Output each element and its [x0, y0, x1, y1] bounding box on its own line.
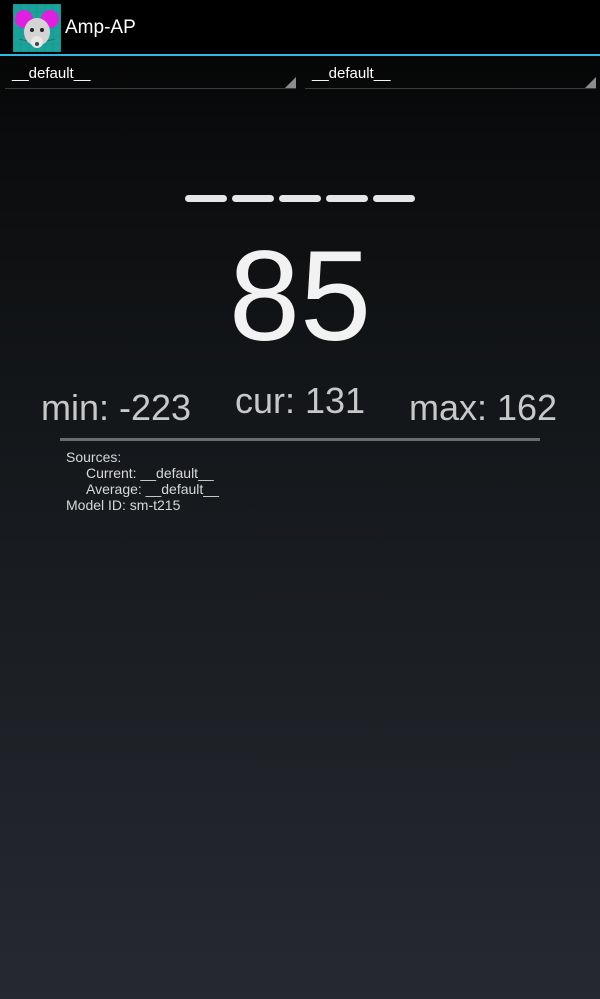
- model-id-info: Model ID: sm-t215: [66, 497, 181, 513]
- signal-bar: [326, 195, 368, 202]
- current-reading: cur: 131: [235, 380, 366, 421]
- min-reading: min: -223: [41, 387, 192, 428]
- source-info: Sources: Current: __default__ Average: _…: [66, 449, 219, 513]
- max-reading: max: 162: [409, 387, 558, 428]
- divider: [60, 438, 540, 441]
- spinner-dropdown-icon: [585, 77, 596, 88]
- average-source-spinner[interactable]: __default__: [305, 58, 596, 89]
- app-title: Amp-AP: [65, 17, 136, 38]
- signal-bar: [373, 195, 415, 202]
- action-bar: Amp-AP: [0, 0, 600, 56]
- current-source-spinner[interactable]: __default__: [5, 58, 296, 89]
- sources-label: Sources:: [66, 449, 122, 465]
- signal-bar: [279, 195, 321, 202]
- spinner-dropdown-icon: [285, 77, 296, 88]
- current-source-info: Current: __default__: [86, 465, 214, 481]
- average-reading-value: 85: [228, 225, 372, 368]
- current-source-value: __default__: [12, 65, 91, 82]
- signal-bar: [185, 195, 227, 202]
- average-source-info: Average: __default__: [86, 481, 219, 497]
- mouse-logo-icon[interactable]: [13, 4, 61, 52]
- average-source-value: __default__: [312, 65, 391, 82]
- signal-strength-bars: [185, 195, 415, 203]
- app-screen: Amp-AP __default__ __default__ 85 min: -…: [0, 0, 600, 999]
- signal-bar: [232, 195, 274, 202]
